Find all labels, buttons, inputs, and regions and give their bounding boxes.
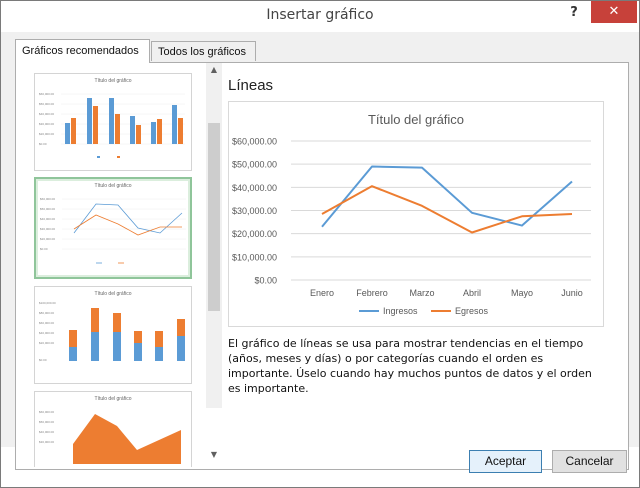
series-line-egresos [321,185,573,234]
cancel-button[interactable]: Cancelar [552,450,627,473]
svg-text:$40,000.00: $40,000.00 [39,331,54,335]
y-tick-label: $50,000.00 [232,160,277,170]
thumbnail-clustered-column-preview: $60,000.00 $50,000.00 $40,000.00 $30,000.0… [39,92,185,158]
thumbnail-stacked-column[interactable]: Título del gráfico $100,000.00 $80,000.0… [34,286,192,384]
thumbnail-line-preview: $60,000.00 $50,000.00 $40,000.00 $30,000.0… [40,197,186,264]
chart-description: El gráfico de líneas se usa para mostrar… [228,337,592,395]
y-tick-label: $10,000.00 [232,252,277,262]
thumbnail-title: Título del gráfico [94,291,132,297]
svg-text:$60,000.00: $60,000.00 [39,92,54,96]
svg-text:$0.00: $0.00 [39,358,47,362]
svg-text:$50,000.00: $50,000.00 [39,420,54,424]
line-chart: Título del gráfico $0.00 $10,000.00 $20,000… [232,112,591,316]
svg-text:$20,000.00: $20,000.00 [39,132,54,136]
tab-panel: Título del gráfico $60,000.00 $50,000.00… [15,62,629,470]
close-button[interactable]: ✕ [591,1,637,23]
svg-text:$20,000.00: $20,000.00 [39,341,54,345]
insert-chart-dialog: Insertar gráfico ? ✕ Gráficos recomendad… [0,0,640,488]
svg-text:$60,000.00: $60,000.00 [39,321,54,325]
x-tick-label: Abril [463,288,481,298]
svg-text:$20,000.00: $20,000.00 [40,237,55,241]
svg-text:$80,000.00: $80,000.00 [39,311,54,315]
legend-label-egresos: Egresos [455,306,489,316]
y-tick-label: $40,000.00 [232,183,277,193]
svg-text:$30,000.00: $30,000.00 [40,227,55,231]
x-tick-label: Marzo [409,288,434,298]
title-bar: Insertar gráfico ? ✕ [1,1,639,32]
series-line-ingresos [321,165,573,228]
svg-text:$30,000.00: $30,000.00 [39,122,54,126]
accept-button[interactable]: Aceptar [469,450,542,473]
svg-text:$60,000.00: $60,000.00 [39,410,54,414]
scroll-down-arrow[interactable]: ▼ [206,448,222,462]
scroll-up-arrow[interactable]: ▲ [206,63,222,77]
chart-title: Título del gráfico [368,112,464,127]
svg-text:$40,000.00: $40,000.00 [40,217,55,221]
dialog-body: Gráficos recomendados Todos los gráficos… [1,32,639,470]
thumbnail-title: Título del gráfico [94,78,132,84]
chart-preview-area: Líneas Título del gráfico $0.00 $10,000.00… [228,63,628,469]
help-button[interactable]: ? [566,5,582,23]
x-tick-label: Junio [561,288,583,298]
svg-text:$40,000.00: $40,000.00 [39,112,54,116]
chart-thumbnail-list: Título del gráfico $60,000.00 $50,000.00… [24,73,206,467]
tab-recommended-charts[interactable]: Gráficos recomendados [15,39,150,63]
thumbnail-title: Título del gráfico [94,396,132,402]
chart-type-title: Líneas [228,77,274,94]
svg-text:$100,000.00: $100,000.00 [39,301,56,305]
svg-text:$50,000.00: $50,000.00 [40,207,55,211]
svg-text:$60,000.00: $60,000.00 [40,197,55,201]
x-tick-label: Enero [310,288,334,298]
thumbnail-area[interactable]: Título del gráfico $60,000.00 $50,000.00 … [34,391,192,467]
thumbnail-scrollbar[interactable]: ▲ ▼ [206,63,222,459]
y-tick-label: $0.00 [254,276,277,286]
svg-text:$50,000.00: $50,000.00 [39,102,54,106]
dialog-title: Insertar gráfico [266,7,374,23]
thumbnail-area-preview: $60,000.00 $50,000.00 $40,000.00 $30,000.0… [39,410,181,464]
y-tick-label: $30,000.00 [232,206,277,216]
x-tick-label: Febrero [356,288,388,298]
y-tick-label: $60,000.00 [232,137,277,147]
scroll-thumb[interactable] [208,123,220,311]
svg-text:$0.00: $0.00 [39,142,47,146]
thumbnail-line[interactable]: Título del gráfico $60,000.00 $50,000.00 $… [34,177,192,279]
svg-text:$0.00: $0.00 [40,247,48,251]
chart-preview-frame: Título del gráfico $0.00 $10,000.00 $20,000… [228,101,604,327]
svg-text:$30,000.00: $30,000.00 [39,440,54,444]
thumbnail-clustered-column[interactable]: Título del gráfico $60,000.00 $50,000.00… [34,73,192,171]
tab-all-charts[interactable]: Todos los gráficos [151,41,256,61]
legend-label-ingresos: Ingresos [383,306,418,316]
thumbnail-title: Título del gráfico [94,183,132,189]
y-tick-label: $20,000.00 [232,229,277,239]
x-tick-label: Mayo [511,288,533,298]
thumbnail-stacked-column-preview: $100,000.00 $80,000.00 $60,000.00 $40,000.… [39,301,185,362]
svg-text:$40,000.00: $40,000.00 [39,430,54,434]
